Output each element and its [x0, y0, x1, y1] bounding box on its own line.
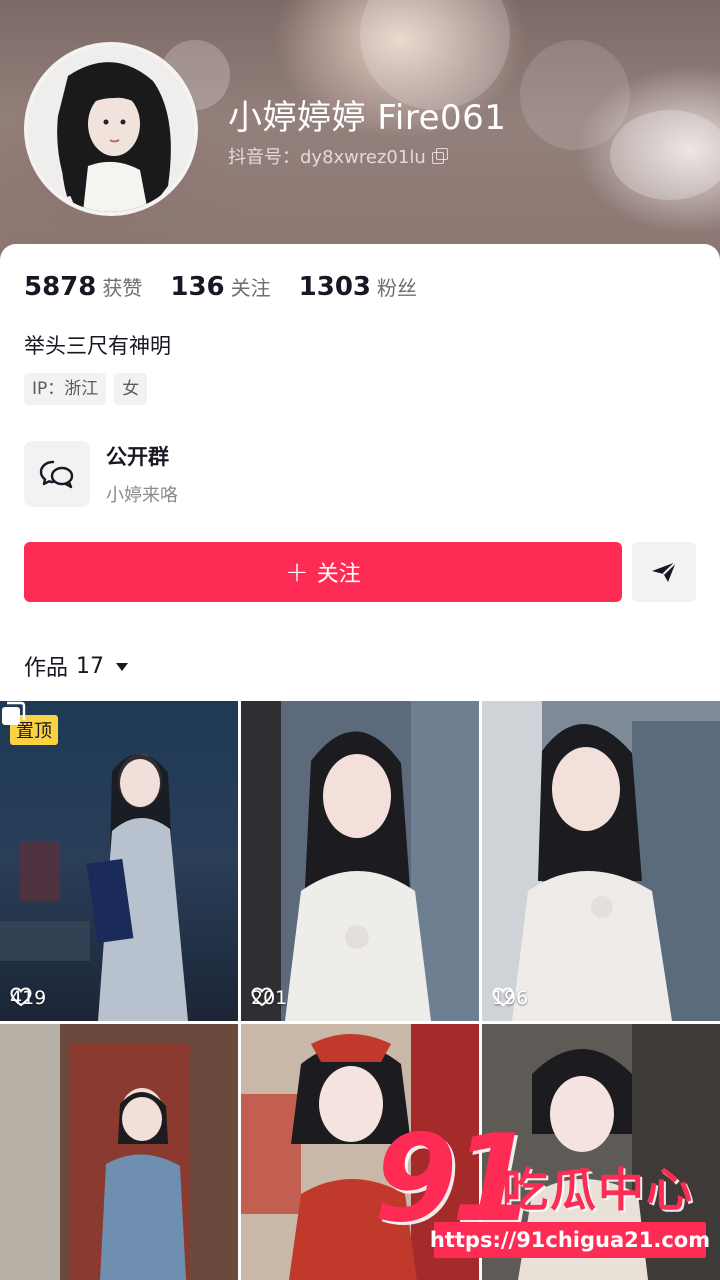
multi-image-icon — [2, 701, 26, 725]
stat-value: 1303 — [298, 272, 372, 302]
site-watermark: 91 吃瓜中心 https://91chigua21.com — [370, 1120, 715, 1270]
video-tile[interactable]: 201 — [241, 701, 479, 1021]
follow-button[interactable]: + 关注 — [24, 542, 622, 602]
group-chat-icon-wrap — [24, 441, 90, 507]
nickname: 小婷婷婷 Fire061 — [228, 98, 507, 138]
works-tab[interactable]: 作品 17 — [24, 650, 129, 682]
bio: 举头三尺有神明 — [24, 334, 171, 358]
video-tile[interactable]: 置顶 419 — [0, 701, 238, 1021]
group-chat-icon — [39, 460, 74, 489]
send-icon — [652, 561, 677, 582]
group-subtitle: 小婷来咯 — [106, 485, 178, 506]
video-tile[interactable] — [0, 1024, 238, 1280]
douyin-id-text: 抖音号：dy8xwrez01lu — [228, 147, 426, 168]
works-title: 作品 — [24, 656, 69, 681]
profile-tags: IP：浙江 女 — [24, 373, 148, 405]
avatar[interactable] — [24, 42, 198, 216]
watermark-url: https://91chigua21.com — [430, 1222, 710, 1258]
like-count: 196 — [492, 987, 528, 1009]
video-tile[interactable]: 196 — [482, 701, 720, 1021]
works-count: 17 — [76, 653, 105, 679]
copy-icon[interactable] — [431, 148, 448, 164]
send-message-button[interactable] — [632, 542, 696, 602]
plus-icon: + — [285, 555, 309, 588]
watermark-text: 吃瓜中心 — [502, 1163, 694, 1217]
heart-icon — [492, 987, 514, 1007]
stat-value: 136 — [170, 272, 225, 302]
stat-value: 5878 — [24, 272, 97, 302]
stat-followers[interactable]: 1303 粉丝 — [299, 272, 417, 302]
stat-following[interactable]: 136 关注 — [170, 272, 270, 302]
public-group-entry[interactable]: 公开群 小婷来咯 — [24, 440, 424, 508]
stat-label: 关注 — [230, 276, 271, 300]
profile-stats: 5878 获赞 136 关注 1303 粉丝 — [24, 272, 417, 302]
heart-icon — [10, 987, 32, 1007]
follow-label: 关注 — [316, 562, 361, 587]
heart-icon — [251, 987, 273, 1007]
ip-location-tag: IP：浙江 — [24, 373, 107, 405]
gender-tag: 女 — [114, 373, 148, 405]
like-count: 201 — [251, 987, 287, 1009]
group-title: 公开群 — [106, 445, 169, 469]
stat-likes[interactable]: 5878 获赞 — [24, 272, 142, 302]
stat-label: 粉丝 — [377, 276, 418, 300]
caret-down-icon — [116, 663, 129, 671]
douyin-id[interactable]: 抖音号：dy8xwrez01lu — [228, 143, 448, 169]
like-count: 419 — [10, 987, 46, 1009]
stat-label: 获赞 — [102, 276, 143, 300]
